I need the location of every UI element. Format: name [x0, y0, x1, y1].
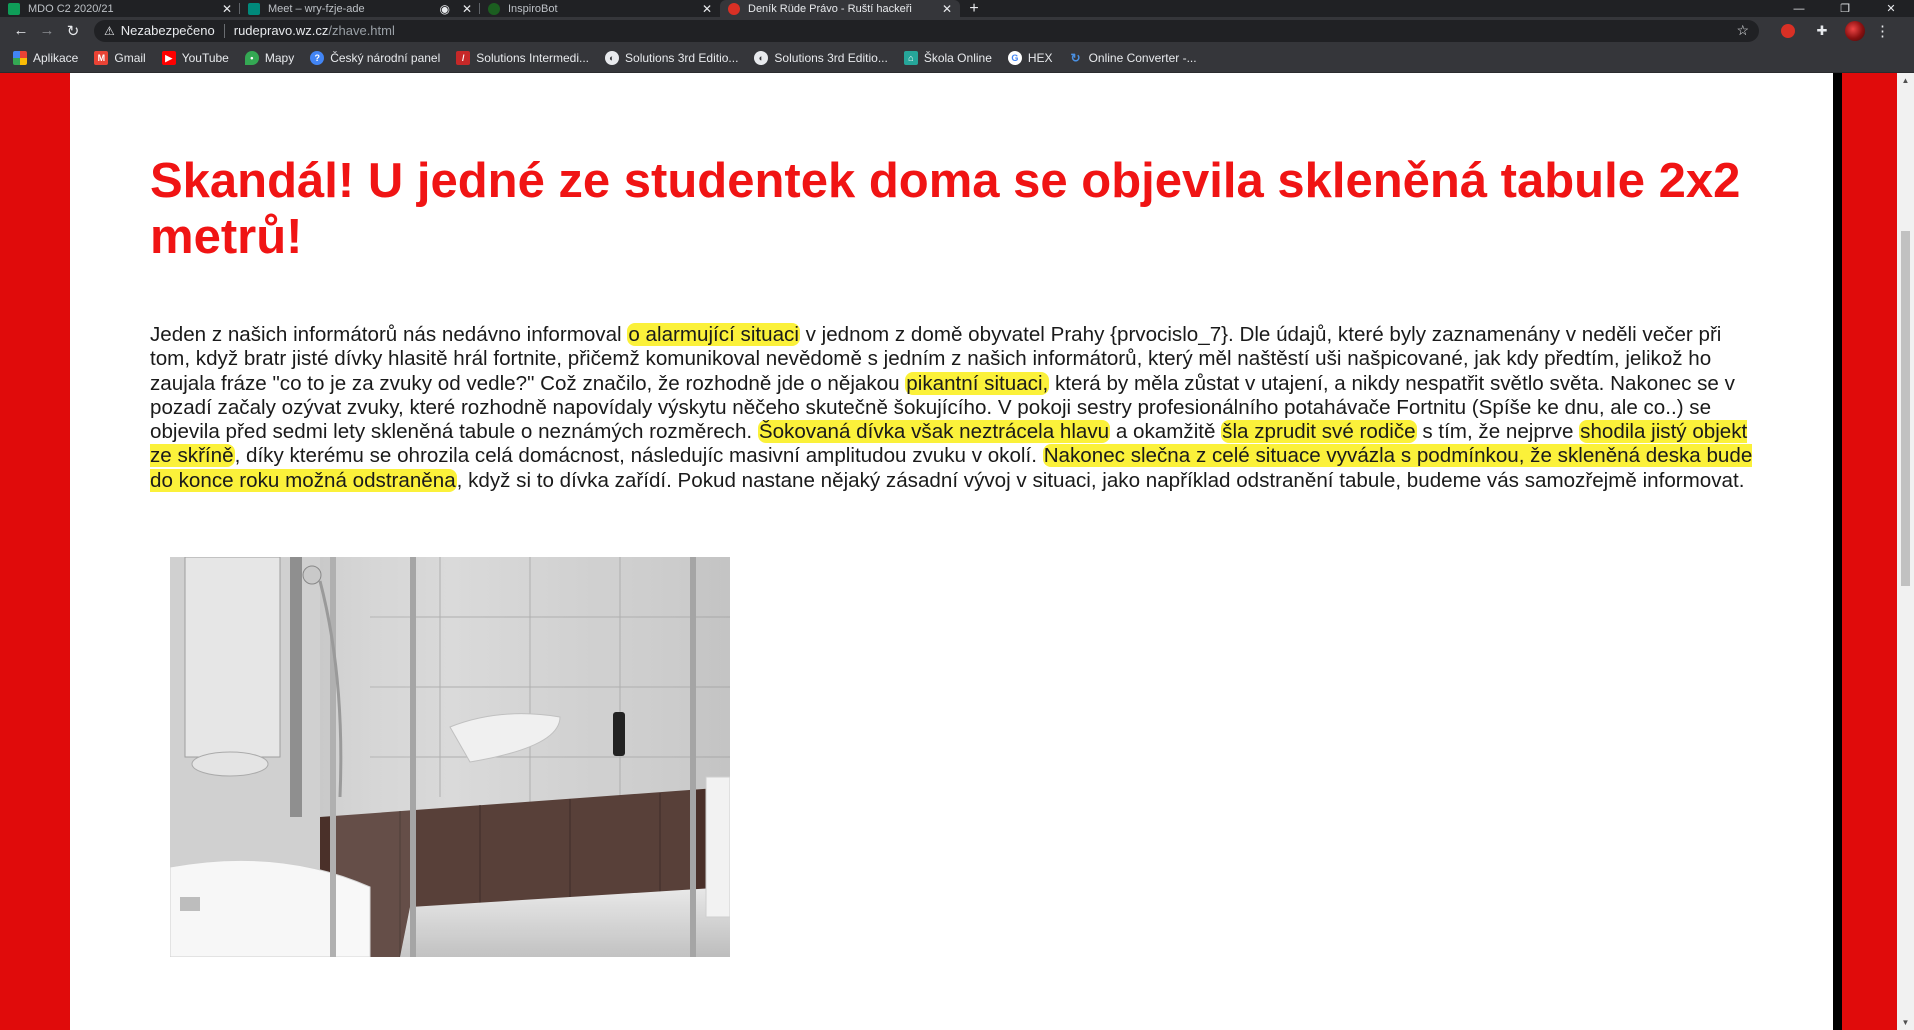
- window-controls: — ❐ ✕: [1776, 0, 1914, 17]
- highlighted-text: Šokovaná dívka však neztrácela hlavu: [757, 420, 1111, 444]
- converter-icon: ↻: [1070, 51, 1081, 65]
- bookmarks-bar: Aplikace M Gmail ▶ YouTube • Mapy ? Česk…: [0, 44, 1914, 73]
- close-window-icon[interactable]: ✕: [1868, 0, 1914, 17]
- tab-close-icon[interactable]: ✕: [462, 2, 472, 16]
- globe-icon: ◐: [754, 51, 769, 65]
- highlighted-text: o alarmující situaci: [627, 323, 800, 346]
- globe-icon: ◐: [605, 51, 620, 65]
- google-icon: G: [1007, 51, 1022, 65]
- article-text: s tím, že nejprve: [1416, 420, 1580, 444]
- tab-rude-pravo[interactable]: Deník Rüde Právo - Ruští hackeři ✕: [720, 0, 960, 17]
- highlighted-text: pikantní situaci,: [905, 371, 1050, 395]
- tab-title: MDO C2 2020/21: [28, 2, 114, 15]
- scroll-down-icon[interactable]: ▼: [1897, 1015, 1914, 1030]
- bookmark-youtube[interactable]: ▶ YouTube: [161, 51, 229, 65]
- tab-meet[interactable]: Meet – wry-fzje-ade ◉ ✕: [240, 0, 480, 17]
- page-border-strip: [1833, 73, 1842, 1030]
- skola-online-icon: ⌂: [903, 51, 918, 65]
- bookmark-hex[interactable]: G HEX: [1007, 51, 1053, 65]
- bookmark-cesky-narodni-panel[interactable]: ? Český národní panel: [310, 51, 440, 65]
- bookmark-star-icon[interactable]: ☆: [1736, 22, 1749, 39]
- bookmark-label: YouTube: [181, 51, 229, 65]
- restore-icon[interactable]: ❐: [1822, 0, 1868, 17]
- bookmark-label: Online Converter -...: [1088, 51, 1197, 65]
- bookmark-label: Gmail: [114, 51, 146, 65]
- highlighted-text: šla zprudit své rodiče: [1221, 420, 1417, 444]
- article-text: Jeden z našich informátorů nás nedávno i…: [150, 323, 628, 346]
- recording-indicator-icon: ◉: [439, 1, 450, 16]
- panel-icon: ?: [310, 51, 325, 65]
- tab-mdo[interactable]: MDO C2 2020/21 ✕: [0, 0, 240, 17]
- profile-avatar[interactable]: [1845, 20, 1865, 41]
- meet-icon: [248, 2, 260, 15]
- oxford-icon: /: [456, 51, 471, 65]
- article-body: Jeden z našich informátorů nás nedávno i…: [150, 323, 1755, 493]
- tab-close-icon[interactable]: ✕: [222, 2, 232, 16]
- url-path: /zhave.html: [328, 23, 395, 38]
- red-extension-icon[interactable]: [1777, 20, 1799, 42]
- article-page: Skandál! U jedné ze studentek doma se ob…: [70, 73, 1833, 1030]
- minimize-icon[interactable]: —: [1776, 0, 1822, 17]
- article-text: , když si to dívka zařídí. Pokud nastane…: [456, 468, 1745, 492]
- menu-icon[interactable]: ⋮: [1875, 22, 1890, 40]
- new-tab-button[interactable]: +: [960, 0, 988, 17]
- inspirobot-icon: [488, 2, 500, 15]
- bookmark-gmail[interactable]: M Gmail: [94, 51, 146, 65]
- address-bar[interactable]: ⚠ Nezabezpečeno rudepravo.wz.cz /zhave.h…: [94, 19, 1759, 42]
- maps-pin-icon: •: [244, 51, 259, 65]
- warning-icon[interactable]: ⚠: [104, 24, 115, 38]
- bookmark-label: Škola Online: [923, 51, 992, 65]
- browser-toolbar: ← → ↻ ⚠ Nezabezpečeno rudepravo.wz.cz /z…: [0, 17, 1914, 44]
- tab-title: InspiroBot: [508, 2, 558, 15]
- article-headline: Skandál! U jedné ze studentek doma se ob…: [150, 154, 1741, 264]
- puzzle-icon[interactable]: ✚: [1811, 20, 1833, 42]
- vertical-scrollbar[interactable]: ▲ ▼: [1897, 73, 1914, 1030]
- bookmark-solutions-intermediate[interactable]: / Solutions Intermedi...: [456, 51, 589, 65]
- page-viewport: Skandál! U jedné ze studentek doma se ob…: [0, 73, 1914, 1030]
- bookmark-label: Solutions 3rd Editio...: [774, 51, 888, 65]
- shower-photo-image: [170, 557, 730, 957]
- bookmark-label: Solutions 3rd Editio...: [625, 51, 739, 65]
- bookmark-mapy[interactable]: • Mapy: [244, 51, 295, 65]
- bookmark-label: HEX: [1027, 51, 1053, 65]
- bookmark-label: Aplikace: [33, 51, 79, 65]
- tab-close-icon[interactable]: ✕: [942, 2, 952, 16]
- address-divider: [223, 23, 225, 38]
- bookmark-solutions-3rd-2[interactable]: ◐ Solutions 3rd Editio...: [754, 51, 888, 65]
- bookmark-solutions-3rd-1[interactable]: ◐ Solutions 3rd Editio...: [605, 51, 738, 65]
- bookmark-label: Český národní panel: [330, 51, 441, 65]
- bookmark-label: Mapy: [264, 51, 295, 65]
- url-host: rudepravo.wz.cz: [233, 23, 329, 38]
- tab-title: Meet – wry-fzje-ade: [268, 2, 365, 15]
- back-button[interactable]: ←: [8, 18, 34, 44]
- bookmark-skola-online[interactable]: ⌂ Škola Online: [903, 51, 992, 65]
- tab-title: Deník Rüde Právo - Ruští hackeři: [748, 2, 912, 15]
- gmail-icon: M: [94, 51, 109, 65]
- classroom-icon: [8, 2, 20, 15]
- bookmark-online-converter[interactable]: ↻ Online Converter -...: [1069, 51, 1197, 65]
- youtube-icon: ▶: [161, 51, 176, 65]
- extensions-area: ✚ ⋮: [1777, 20, 1890, 42]
- tab-close-icon[interactable]: ✕: [702, 2, 712, 16]
- apps-grid-icon: [13, 51, 27, 65]
- forward-button[interactable]: →: [34, 18, 60, 44]
- article-text: , díky kterému se ohrozila celá domácnos…: [234, 444, 1043, 468]
- scrollbar-thumb[interactable]: [1901, 231, 1910, 586]
- bookmark-aplikace[interactable]: Aplikace: [13, 51, 78, 65]
- security-label[interactable]: Nezabezpečeno: [121, 23, 215, 38]
- star-favicon-icon: [728, 2, 740, 15]
- shower-photo: [170, 557, 730, 957]
- reload-button[interactable]: ↻: [60, 18, 86, 44]
- tab-strip: MDO C2 2020/21 ✕ Meet – wry-fzje-ade ◉ ✕…: [0, 0, 1914, 17]
- tab-inspirobot[interactable]: InspiroBot ✕: [480, 0, 720, 17]
- bookmark-label: Solutions Intermedi...: [476, 51, 590, 65]
- scroll-up-icon[interactable]: ▲: [1897, 73, 1914, 88]
- article-text: a okamžitě: [1110, 420, 1222, 444]
